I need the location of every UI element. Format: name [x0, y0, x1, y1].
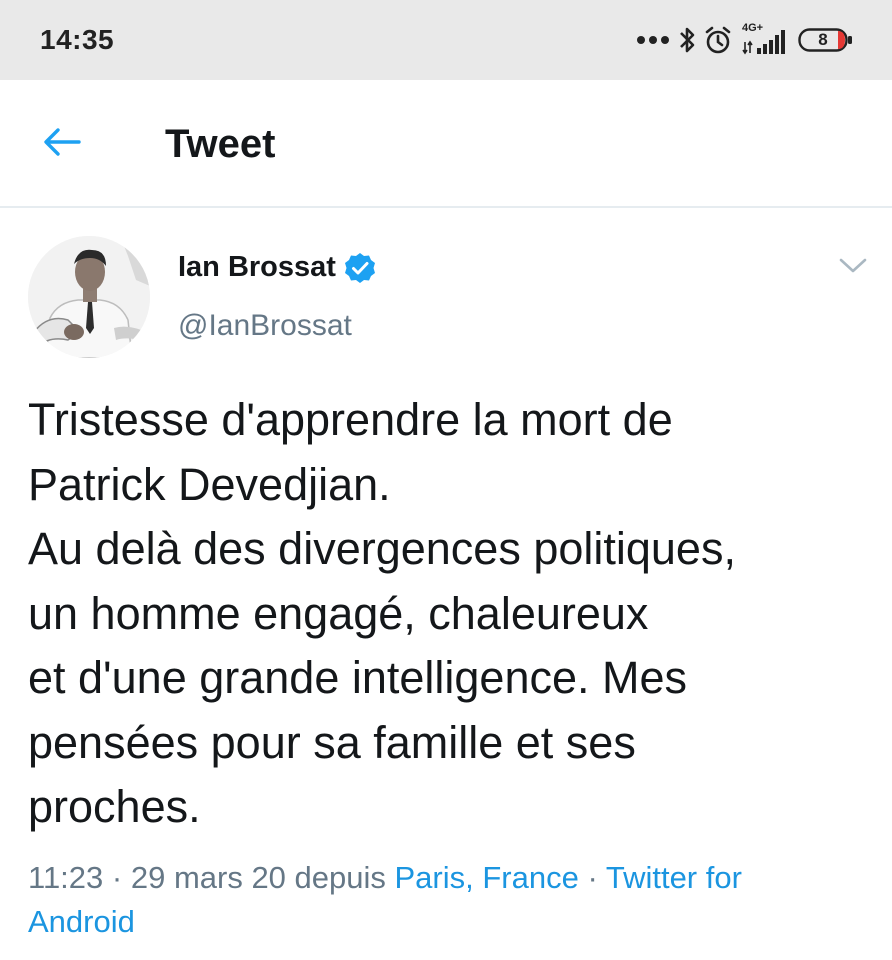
verified-badge-icon	[344, 252, 376, 284]
status-time: 14:35	[40, 24, 115, 55]
tweet-metadata: 11:23 · 29 mars 20 depuis Paris, France …	[28, 856, 868, 944]
author-handle[interactable]: @IanBrossat	[178, 309, 352, 343]
author-name-text: Ian Brossat	[178, 251, 336, 283]
tweet-text-line: un homme engagé, chaleureux	[28, 587, 649, 639]
bluetooth-icon	[678, 25, 696, 55]
battery-icon: 8	[798, 28, 854, 52]
author-name[interactable]: Ian Brossat	[178, 251, 376, 284]
tweet-source-line2: Android	[28, 904, 135, 939]
tweet-text-line: et d'une grande intelligence. Mes	[28, 652, 688, 703]
tweet-text-line: pensées pour sa famille et ses	[28, 716, 636, 768]
chevron-down-icon[interactable]	[836, 254, 870, 278]
status-bar: 14:35 4G+ 8	[0, 0, 892, 80]
tweet-source-line1: Twitter for	[605, 860, 742, 895]
back-button[interactable]	[38, 124, 86, 164]
tweet-text-line: proches.	[28, 781, 201, 832]
more-dots-icon	[636, 35, 670, 45]
signal-icon: 4G+	[740, 22, 790, 56]
avatar[interactable]	[28, 236, 150, 358]
header-bar: Tweet	[0, 80, 892, 208]
tweet-date: 29 mars 20	[130, 860, 286, 895]
tweet-time: 11:23	[28, 860, 104, 895]
tweet-text-line: Au delà des divergences politiques,	[28, 523, 736, 574]
tweet-text-line: Patrick Devedjian.	[28, 458, 391, 510]
meta-depuis: depuis	[285, 860, 395, 895]
back-arrow-icon	[42, 126, 82, 163]
meta-separator: ·	[103, 860, 131, 895]
alarm-icon	[704, 25, 732, 55]
meta-separator: ·	[578, 860, 606, 895]
tweet-location-link[interactable]: Paris, France	[395, 860, 579, 895]
tweet-text-line: Tristesse d'apprendre la mort de	[28, 394, 673, 445]
battery-level: 8	[818, 30, 828, 49]
tweet-text: Tristesse d'apprendre la mort de Patrick…	[28, 388, 868, 840]
status-icons: 4G+ 8	[636, 22, 854, 58]
page-title: Tweet	[165, 122, 276, 166]
